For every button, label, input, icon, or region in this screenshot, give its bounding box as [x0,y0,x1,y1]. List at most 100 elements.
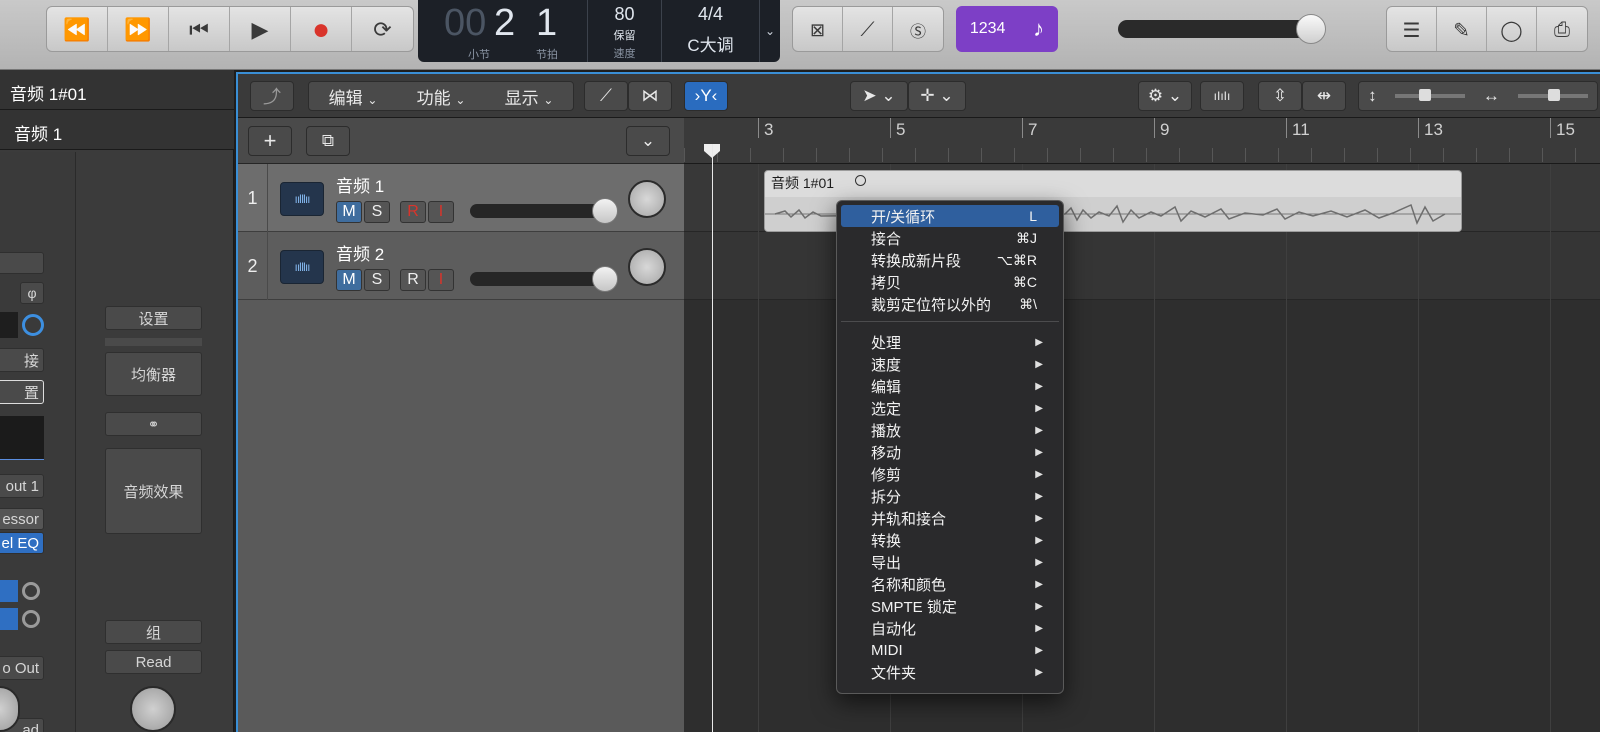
menu-item-convert-new-region[interactable]: 转换成新片段 ⌥⌘R [841,249,1059,271]
submenu-trim[interactable]: 修剪 ▶ [841,463,1059,485]
phase-invert-button[interactable]: φ [20,282,44,304]
track-inspector-title[interactable]: 音频 1 [0,110,234,150]
menu-item-join[interactable]: 接合 ⌘J [841,227,1059,249]
pan-knob[interactable] [628,248,666,286]
strip-slot[interactable] [0,252,44,274]
vertical-zoom-slider[interactable] [1394,89,1465,101]
submenu-midi[interactable]: MIDI ▶ [841,639,1059,661]
menu-item-copy[interactable]: 拷贝 ⌘C [841,271,1059,293]
tuner-icon[interactable]: ⟋ [843,7,893,51]
menu-item-trim-outside-locators[interactable]: 裁剪定位符以外的 ⌘\ [841,293,1059,315]
replace-mode-icon[interactable]: ⊠ [793,7,843,51]
send-slot-1[interactable] [0,580,18,602]
input-slot[interactable]: out 1 [0,474,44,498]
zoom-sliders[interactable]: ↕ ↔ [1358,81,1598,111]
cycle-button[interactable]: ⟳ [352,7,413,51]
master-volume-knob[interactable] [1296,14,1326,44]
submenu-folder[interactable]: 文件夹 ▶ [841,661,1059,683]
send-knob-2[interactable] [22,610,40,628]
plugin-slot-2[interactable]: el EQ [0,532,44,554]
link-icon[interactable]: ⚭ [105,412,202,436]
connect-button[interactable]: 接 [0,348,44,372]
catch-playhead-icon[interactable]: ›Y‹ [684,81,728,111]
settings-button-left[interactable]: 置 [0,380,44,404]
track-name[interactable]: 音频 2 [336,240,384,265]
menu-item-toggle-loop[interactable]: 开/关循环 L [841,205,1059,227]
add-track-icon[interactable]: + [248,126,292,156]
track-name[interactable]: 音频 1 [336,172,384,197]
track-row[interactable]: 2 ıılIlıı 音频 2 M S R I [238,232,684,300]
submenu-tempo[interactable]: 速度 ▶ [841,353,1059,375]
pan-knob[interactable] [628,180,666,218]
record-button[interactable]: ● [291,7,352,51]
settings-button-right[interactable]: 设置 [105,306,202,330]
back-icon[interactable]: ⤴ [250,81,294,111]
submenu-automation[interactable]: 自动化 ▶ [841,617,1059,639]
flex-icon[interactable]: ⋈ [628,81,672,111]
submenu-bounce-join[interactable]: 并轨和接合 ▶ [841,507,1059,529]
signature-display[interactable]: 4/4 C大调 [662,0,760,62]
input-monitor-button[interactable]: I [428,269,454,291]
arrange-area[interactable]: 3 5 7 9 11 13 15 音频 1#01 [684,118,1600,732]
menu-view[interactable]: 显示 ⌄ [505,84,554,109]
record-enable-button[interactable]: R [400,201,426,223]
send-slot-2[interactable] [0,608,18,630]
menu-edit[interactable]: 编辑 ⌄ [329,84,378,109]
pointer-tool-icon[interactable]: ➤ ⌄ [850,81,908,111]
settings-gear-icon[interactable]: ⚙ ⌄ [1138,81,1192,111]
volume-fader-knob[interactable] [592,266,618,292]
mute-button[interactable]: M [336,201,362,223]
menu-functions[interactable]: 功能 ⌄ [417,84,466,109]
submenu-playback[interactable]: 播放 ▶ [841,419,1059,441]
submenu-name-color[interactable]: 名称和颜色 ▶ [841,573,1059,595]
browser-icon[interactable]: ⎙ [1537,7,1587,51]
vertical-fit-icon[interactable]: ⇳ [1258,81,1302,111]
input-monitor-button[interactable]: I [428,201,454,223]
submenu-convert[interactable]: 转换 ▶ [841,529,1059,551]
volume-fader-knob[interactable] [592,198,618,224]
eq-button[interactable]: 均衡器 [105,352,202,396]
solo-mode-icon[interactable]: Ⓢ [893,7,943,51]
mute-button[interactable]: M [336,269,362,291]
submenu-split[interactable]: 拆分 ▶ [841,485,1059,507]
waveform-zoom-icon[interactable]: ıIıIı [1200,81,1244,111]
eq-thumbnail[interactable] [0,416,44,460]
rewind-button[interactable]: ⏪ [47,7,108,51]
solo-button[interactable]: S [364,269,390,291]
list-editors-icon[interactable]: ☰ [1387,7,1437,51]
count-in-metronome[interactable]: 1234 ♪ [956,6,1058,52]
submenu-export[interactable]: 导出 ▶ [841,551,1059,573]
record-enable-button[interactable]: R [400,269,426,291]
submenu-select[interactable]: 选定 ▶ [841,397,1059,419]
marquee-tool-icon[interactable]: ✛ ⌄ [908,81,966,111]
automation-icon[interactable]: ⟋ [584,81,628,111]
horizontal-zoom-slider[interactable] [1517,89,1588,101]
fast-forward-button[interactable]: ⏩ [108,7,169,51]
tempo-display[interactable]: 80 保留 速度 [588,0,662,62]
loop-browser-icon[interactable]: ◯ [1487,7,1537,51]
position-display[interactable]: 00 2 1 小节 节拍 [418,0,588,62]
track-lane[interactable] [684,232,1600,300]
track-row[interactable]: 1 ıılIlıı 音频 1 M S R I [238,164,684,232]
submenu-edit[interactable]: 编辑 ▶ [841,375,1059,397]
output-slot[interactable]: o Out [0,656,44,680]
submenu-process[interactable]: 处理 ▶ [841,331,1059,353]
note-pad-icon[interactable]: ✎ [1437,7,1487,51]
region-inspector-title[interactable]: 音频 1#01 [0,70,234,110]
metronome-icon[interactable]: ♪ [1033,16,1044,42]
global-tracks-icon[interactable]: ⌄ [626,126,670,156]
solo-button[interactable]: S [364,201,390,223]
audio-effects-slot[interactable]: 音频效果 [105,448,202,534]
automation-mode-right[interactable]: Read [105,650,202,674]
play-button[interactable]: ▶ [230,7,291,51]
count-in-button[interactable]: 1234 [970,20,1006,38]
lcd-menu-chevron-icon[interactable]: ⌄ [760,0,780,62]
plugin-slot-1[interactable]: essor [0,508,44,530]
go-to-start-button[interactable]: ⏮ [169,7,230,51]
bar-ruler[interactable]: 3 5 7 9 11 13 15 [684,118,1600,164]
master-volume-slider[interactable] [1118,20,1322,38]
gain-knob[interactable] [22,314,44,336]
lcd-display[interactable]: 00 2 1 小节 节拍 80 保留 速度 4/4 C大调 ⌄ [418,0,780,62]
group-slot[interactable]: 组 [105,620,202,644]
playhead-line[interactable] [712,144,713,732]
